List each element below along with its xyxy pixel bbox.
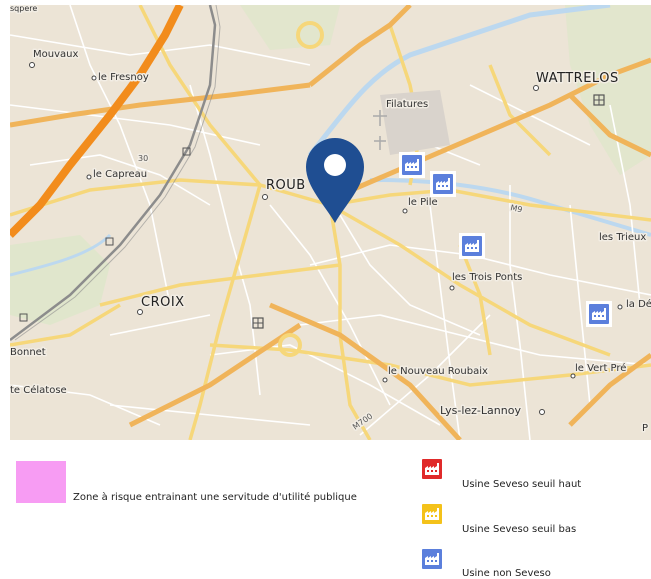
map-view[interactable]: Mouvaux le Fresnoy WATTRELOS Filatures l… xyxy=(10,5,651,440)
page: Mouvaux le Fresnoy WATTRELOS Filatures l… xyxy=(0,0,651,579)
legend-label-seveso-low: Usine Seveso seuil bas xyxy=(462,524,577,535)
place-label-roubaix: ROUB xyxy=(266,178,306,193)
place-label-croix: CROIX xyxy=(141,295,185,310)
place-label-wattrelos: WATTRELOS xyxy=(536,71,619,86)
place-label-edge: P xyxy=(642,423,648,434)
place-label-les-trois-ponts: les Trois Ponts xyxy=(452,272,522,283)
place-label-le-fresnoy: le Fresnoy xyxy=(98,72,149,83)
factory-icon xyxy=(422,459,442,479)
legend-icon-fill xyxy=(422,549,442,569)
place-label-le-nouveau-roubaix: le Nouveau Roubaix xyxy=(388,366,488,377)
place-label-les-trieux: les Trieux xyxy=(599,232,646,243)
map-canvas[interactable]: Mouvaux le Fresnoy WATTRELOS Filatures l… xyxy=(10,5,651,440)
legend-label-non-seveso: Usine non Seveso xyxy=(462,568,551,579)
road-label-r30: 30 xyxy=(138,154,148,163)
factory-icon[interactable] xyxy=(399,152,425,178)
place-label-bonnet: Bonnet xyxy=(10,347,46,358)
factory-icon[interactable] xyxy=(459,233,485,259)
place-label-celatose: te Célatose xyxy=(10,384,67,396)
place-label-le-capreau: le Capreau xyxy=(93,169,147,180)
legend-icon-fill xyxy=(422,504,442,524)
factory-icon xyxy=(422,549,442,569)
place-label-le-vert-pre: le Vert Pré xyxy=(575,362,626,374)
map-legend: Zone à risque entrainant une servitude d… xyxy=(0,440,651,579)
factory-icon xyxy=(422,504,442,524)
place-label-lys-lez-lannoy: Lys-lez-Lannoy xyxy=(440,404,521,417)
place-label-la-de: la Dé xyxy=(626,298,651,310)
legend-icon-fill xyxy=(422,459,442,479)
zone-label: Zone à risque entrainant une servitude d… xyxy=(73,492,357,503)
factory-icon[interactable] xyxy=(586,301,612,327)
place-label-mouvaux: Mouvaux xyxy=(33,49,78,60)
zone-swatch xyxy=(16,461,66,503)
factory-icon[interactable] xyxy=(430,171,456,197)
place-label-top-edge: sqpere xyxy=(10,5,37,13)
place-label-filatures: Filatures xyxy=(386,99,428,110)
legend-label-seveso-high: Usine Seveso seuil haut xyxy=(462,479,582,490)
place-label-le-pile: le Pile xyxy=(408,197,438,208)
